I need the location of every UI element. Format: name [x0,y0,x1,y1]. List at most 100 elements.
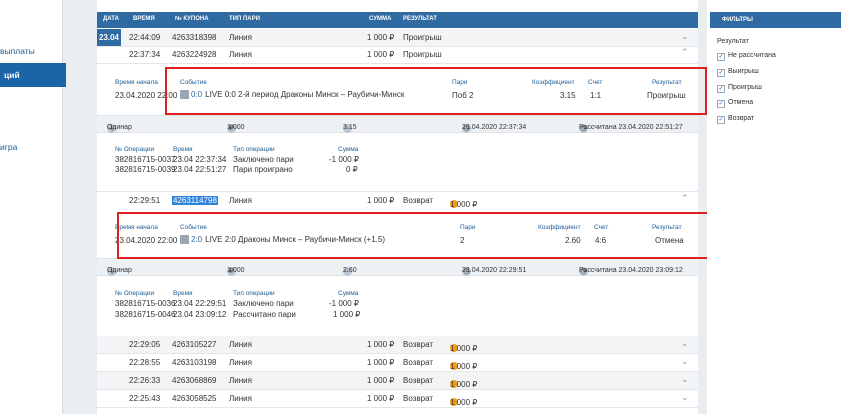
bet-history-panel: ДАТА ВРЕМЯ № КУПОНА ТИП ПАРИ СУММА РЕЗУЛ… [97,0,698,414]
row-amount: 1 000 ₽ [367,196,395,205]
row-coupon[interactable]: 4263058525 [172,394,217,403]
table-row[interactable]: 22:37:34 4263224928 Линия 1 000 ₽ Проигр… [97,46,698,64]
row-payout-text: 1 000 ₽ [450,200,478,209]
filter-option-label[interactable]: Возврат [728,115,754,122]
row-type: Линия [229,376,252,385]
row-amount: 1 000 ₽ [367,33,395,42]
row-time: 22:44:09 [129,33,161,42]
op-sum: -1 000 ₽ [329,299,359,308]
row-payout-text: 1 000 ₽ [450,398,478,407]
row-payout-text: 1 000 ₽ [450,380,478,389]
summary-amount-text: 1 000 [227,124,245,131]
col-result: РЕЗУЛЬТАТ [403,16,437,22]
op-time: 23.04 22:51:27 [173,165,227,174]
op-number: 382816715-0036 [115,299,176,308]
nav-item-game[interactable]: игра [0,140,62,154]
row-time: 22:25:43 [129,394,161,403]
row-result: Возврат [403,340,433,349]
ops-sum-header: Сумма [338,146,359,153]
row-coupon[interactable]: 4263318398 [172,33,217,42]
ops-time-header: Время [173,146,193,153]
table-row[interactable]: 22:28:55 4263103198 Линия 1 000 ₽ Возвра… [97,354,698,372]
op-type: Заключено пари [233,299,294,308]
filters-header: ФИЛЬТРЫ [710,12,841,28]
chevron-down-icon[interactable]: ⌄ [681,356,689,367]
summary-amount-text: 1 000 [227,267,245,274]
op-time: 23.04 23:09:12 [173,310,227,319]
row-type: Линия [229,340,252,349]
row-amount: 1 000 ₽ [367,358,395,367]
summary-placed-text: 23.04.2020 22:37:34 [462,124,527,131]
nav-item-operations[interactable]: ций [0,63,66,87]
filter-option-label[interactable]: Выигрыш [728,68,759,75]
ops-type-header: Тип операции [233,146,275,153]
row-amount: 1 000 ₽ [367,340,395,349]
summary-coef-text: 2.60 [343,267,357,274]
op-type: Рассчитано пари [233,310,296,319]
filter-checkbox[interactable]: ✓ [717,116,725,124]
row-result: Возврат [403,196,433,205]
col-coupon: № КУПОНА [175,16,209,22]
op-time: 23.04 22:37:34 [173,155,227,164]
table-row[interactable]: 22:29:05 4263105227 Линия 1 000 ₽ Возвра… [97,336,698,354]
row-coupon[interactable]: 4263114798 [172,196,218,205]
row-amount: 1 000 ₽ [367,50,395,59]
filter-checkbox[interactable]: ✓ [717,100,725,108]
table-row[interactable]: 22:25:43 4263058525 Линия 1 000 ₽ Возвра… [97,390,698,408]
ops-op-header: № Операции [115,290,155,297]
row-coupon[interactable]: 4263068869 [172,376,217,385]
nav-item-payouts[interactable]: выплаты [0,44,62,58]
col-amount: СУММА [369,16,392,22]
ops-time-header: Время [173,290,193,297]
row-result: Возврат [403,376,433,385]
row-type: Линия [229,33,252,42]
op-sum: 0 ₽ [346,165,358,174]
op-sum: 1 000 ₽ [333,310,361,319]
filter-option-label[interactable]: Не рассчитана [728,52,776,59]
chevron-down-icon[interactable]: ⌄ [681,338,689,349]
op-type: Пари проиграно [233,165,293,174]
row-time: 22:28:55 [129,358,161,367]
summary-settled-text: Рассчитана 23.04.2020 22:51:27 [579,124,683,131]
row-amount: 1 000 ₽ [367,376,395,385]
row-result: Проигрыш [403,33,442,42]
filter-option-label[interactable]: Отмена [728,99,753,106]
annotation-box [165,67,707,115]
col-time: ВРЕМЯ [133,16,155,22]
col-type: ТИП ПАРИ [229,16,260,22]
summary-coef-text: 3.15 [343,124,357,131]
table-row[interactable]: 22:26:33 4263068869 Линия 1 000 ₽ Возвра… [97,372,698,390]
summary-type-text: Одинар [107,124,132,131]
filter-checkbox[interactable]: ✓ [717,69,725,77]
filter-checkbox[interactable]: ✓ [717,85,725,93]
row-time: 22:26:33 [129,376,161,385]
chevron-up-icon[interactable]: ⌃ [681,193,689,204]
chevron-up-icon[interactable]: ⌃ [681,47,689,58]
op-number: 382816715-0037 [115,155,176,164]
table-row[interactable]: 23.04 22:44:09 4263318398 Линия 1 000 ₽ … [97,29,698,47]
col-date: ДАТА [103,16,119,22]
row-coupon[interactable]: 4263103198 [172,358,217,367]
row-time: 22:29:51 [129,196,161,205]
op-time: 23.04 22:29:51 [173,299,227,308]
op-number: 382816715-0046 [115,310,176,319]
row-result: Возврат [403,394,433,403]
filter-checkbox[interactable]: ✓ [717,53,725,61]
row-payout-text: 1 000 ₽ [450,344,478,353]
row-coupon[interactable]: 4263105227 [172,340,217,349]
chevron-down-icon[interactable]: ⌄ [681,392,689,403]
ops-type-header: Тип операции [233,290,275,297]
filters-title: ФИЛЬТРЫ [722,17,753,23]
row-time: 22:37:34 [129,50,161,59]
table-header: ДАТА ВРЕМЯ № КУПОНА ТИП ПАРИ СУММА РЕЗУЛ… [97,12,698,28]
summary-type-text: Одинар [107,267,132,274]
row-coupon[interactable]: 4263224928 [172,50,217,59]
table-row[interactable]: 22:29:51 4263114798 Линия 1 000 ₽ Возвра… [97,191,698,210]
op-type: Заключено пари [233,155,294,164]
filter-option-label[interactable]: Проигрыш [728,84,762,91]
row-amount: 1 000 ₽ [367,394,395,403]
chevron-down-icon[interactable]: ⌄ [681,31,689,42]
chevron-down-icon[interactable]: ⌄ [681,374,689,385]
summary-settled-text: Рассчитана 23.04.2020 23:09:12 [579,267,683,274]
ops-op-header: № Операции [115,146,155,153]
